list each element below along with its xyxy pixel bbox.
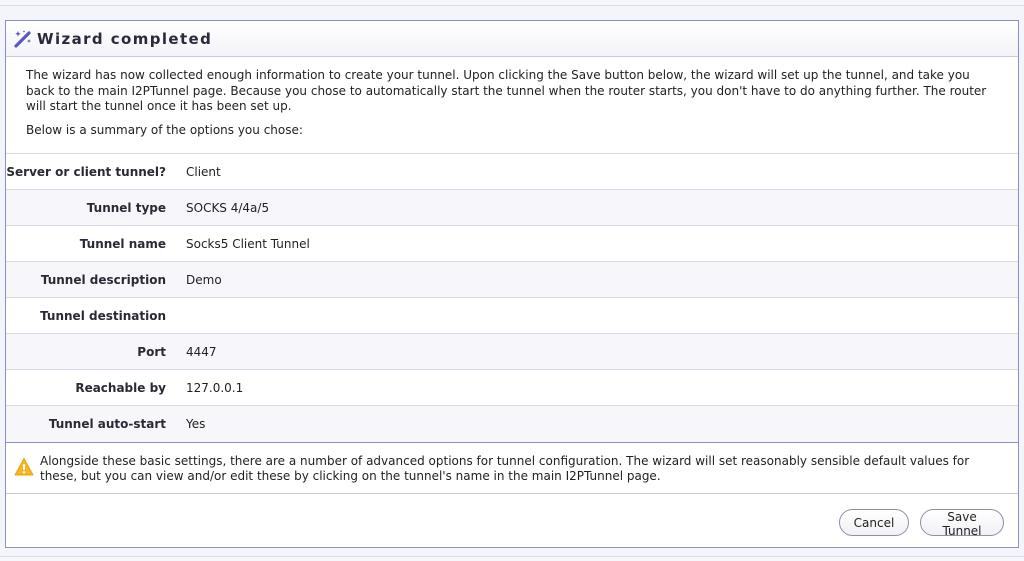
intro-section: The wizard has now collected enough info…	[6, 57, 1018, 138]
option-label-server-or-client: Server or client tunnel?	[6, 153, 176, 190]
notice-text: Alongside these basic settings, there ar…	[40, 453, 970, 483]
option-label-tunnel-destination: Tunnel destination	[6, 297, 176, 334]
table-row: Port 4447	[6, 333, 1018, 370]
table-row: Server or client tunnel? Client	[6, 153, 1018, 190]
option-label-port: Port	[6, 333, 176, 370]
table-row: Tunnel destination	[6, 297, 1018, 334]
option-value-server-or-client: Client	[176, 153, 1018, 190]
warning-icon	[14, 457, 34, 477]
option-label-reachable-by: Reachable by	[6, 369, 176, 406]
option-value-tunnel-type: SOCKS 4/4a/5	[176, 189, 1018, 226]
table-row: Tunnel name Socks5 Client Tunnel	[6, 225, 1018, 262]
table-row: Tunnel auto-start Yes	[6, 405, 1018, 442]
intro-paragraph: The wizard has now collected enough info…	[26, 68, 987, 113]
wizard-panel: Wizard completed The wizard has now coll…	[5, 20, 1019, 548]
option-value-tunnel-destination	[176, 297, 1018, 334]
option-value-port: 4447	[176, 333, 1018, 370]
option-label-tunnel-name: Tunnel name	[6, 225, 176, 262]
table-row: Tunnel description Demo	[6, 261, 1018, 298]
magic-wand-icon	[13, 29, 33, 49]
save-tunnel-button[interactable]: Save Tunnel	[920, 509, 1004, 538]
option-value-tunnel-description: Demo	[176, 261, 1018, 298]
top-divider	[0, 0, 1024, 6]
option-value-reachable-by: 127.0.0.1	[176, 369, 1018, 406]
page-title: Wizard completed	[37, 29, 213, 48]
table-row: Reachable by 127.0.0.1	[6, 369, 1018, 406]
advanced-options-notice: Alongside these basic settings, there ar…	[6, 441, 1018, 494]
option-label-tunnel-type: Tunnel type	[6, 189, 176, 226]
option-label-tunnel-auto-start: Tunnel auto-start	[6, 405, 176, 442]
cancel-button[interactable]: Cancel	[839, 509, 909, 536]
option-label-tunnel-description: Tunnel description	[6, 261, 176, 298]
table-row: Tunnel type SOCKS 4/4a/5	[6, 189, 1018, 226]
button-bar: Cancel Save Tunnel	[839, 509, 1004, 538]
bottom-divider	[0, 556, 1024, 561]
option-value-tunnel-name: Socks5 Client Tunnel	[176, 225, 1018, 262]
option-value-tunnel-auto-start: Yes	[176, 405, 1018, 442]
options-summary-table: Server or client tunnel? Client Tunnel t…	[6, 153, 1018, 442]
panel-header: Wizard completed	[6, 21, 1018, 57]
summary-heading: Below is a summary of the options you ch…	[26, 122, 303, 137]
